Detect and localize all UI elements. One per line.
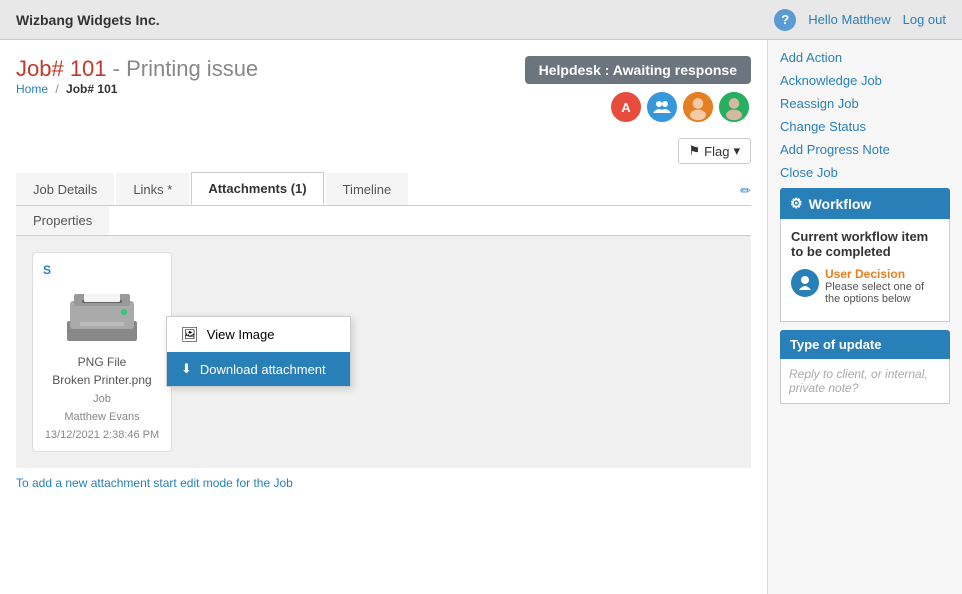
view-image-item[interactable]: 🖼 View Image — [167, 317, 350, 352]
printer-image — [57, 281, 147, 351]
flag-dropdown-icon: ▾ — [733, 143, 740, 159]
navbar: Wizbang Widgets Inc. ? Hello Matthew Log… — [0, 0, 962, 40]
tabs-row-2: Properties — [16, 206, 751, 236]
close-job-link[interactable]: Close Job — [780, 165, 950, 180]
avatars-row: A — [609, 90, 751, 124]
attachment-filetype: PNG File — [43, 355, 161, 369]
user-decision-row: User Decision Please select one of the o… — [791, 267, 939, 305]
tab-timeline[interactable]: Timeline — [326, 173, 409, 205]
group-icon — [652, 97, 672, 117]
flag-icon: ⚑ — [689, 143, 701, 159]
avatar-l-icon — [683, 90, 713, 124]
tab-job-details[interactable]: Job Details — [16, 173, 114, 205]
tab-properties[interactable]: Properties — [16, 206, 109, 235]
attachment-card: S — [32, 252, 172, 452]
add-progress-note-link[interactable]: Add Progress Note — [780, 142, 950, 157]
type-update-body: Reply to client, or internal, private no… — [780, 359, 950, 404]
header-right: Helpdesk : Awaiting response A — [525, 56, 751, 164]
job-title-area: Job# 101 - Printing issue Home / Job# 10… — [16, 56, 258, 106]
user-decision-label: User Decision — [825, 267, 939, 281]
avatar-u-icon — [719, 90, 749, 124]
workflow-body: Current workflow item to be completed Us… — [780, 219, 950, 322]
download-attachment-item[interactable]: ⬇ Download attachment — [167, 352, 350, 386]
workflow-title: Workflow — [809, 196, 872, 212]
job-title: Job# 101 - Printing issue — [16, 56, 258, 82]
job-number: Job# 101 — [16, 56, 107, 81]
job-title-text: - Printing issue — [113, 56, 259, 81]
image-icon: 🖼 — [181, 326, 199, 343]
flag-label: Flag — [704, 144, 729, 159]
tab-links[interactable]: Links * — [116, 173, 189, 205]
flag-button[interactable]: ⚑ Flag ▾ — [678, 138, 751, 164]
attachment-meta-date: 13/12/2021 2:38:46 PM — [43, 429, 161, 441]
context-menu: 🖼 View Image ⬇ Download attachment — [166, 316, 351, 387]
avatar-group[interactable] — [645, 90, 679, 124]
breadcrumb-home[interactable]: Home — [16, 82, 48, 96]
attachment-meta-user: Matthew Evans — [43, 411, 161, 423]
hello-user-link[interactable]: Hello Matthew — [808, 12, 890, 27]
reassign-job-link[interactable]: Reassign Job — [780, 96, 950, 111]
workflow-body-title: Current workflow item to be completed — [791, 229, 939, 259]
status-badge: Helpdesk : Awaiting response — [525, 56, 751, 84]
brand-name: Wizbang Widgets Inc. — [16, 12, 774, 28]
change-status-link[interactable]: Change Status — [780, 119, 950, 134]
avatar-a[interactable]: A — [609, 90, 643, 124]
logout-link[interactable]: Log out — [903, 12, 946, 27]
job-header: Job# 101 - Printing issue Home / Job# 10… — [16, 56, 751, 164]
workflow-header: ⚙ Workflow — [780, 188, 950, 219]
avatar-l[interactable] — [681, 90, 715, 124]
user-icon — [797, 275, 813, 291]
type-update-placeholder: Reply to client, or internal, private no… — [789, 367, 941, 395]
user-decision-icon — [791, 269, 819, 297]
breadcrumb-current: Job# 101 — [66, 82, 117, 96]
tab-content: S — [16, 236, 751, 468]
content-wrapper: Job# 101 - Printing issue Home / Job# 10… — [0, 40, 962, 594]
breadcrumb: Home / Job# 101 — [16, 82, 258, 96]
tab-attachments[interactable]: Attachments (1) — [191, 172, 323, 205]
download-label: Download attachment — [200, 362, 326, 377]
attachment-s-icon: S — [43, 263, 161, 277]
edit-icon[interactable]: ✏ — [740, 183, 751, 199]
right-sidebar: Add Action Acknowledge Job Reassign Job … — [767, 40, 962, 594]
user-decision-desc: Please select one of the options below — [825, 281, 939, 305]
breadcrumb-separator: / — [55, 82, 58, 96]
add-action-link[interactable]: Add Action — [780, 50, 950, 65]
user-decision-text: User Decision Please select one of the o… — [825, 267, 939, 305]
view-image-label: View Image — [207, 327, 275, 342]
avatar-u[interactable] — [717, 90, 751, 124]
workflow-icon: ⚙ — [790, 195, 803, 212]
attachment-meta-label: Job — [43, 393, 161, 405]
attachment-filename: Broken Printer.png — [43, 373, 161, 387]
acknowledge-job-link[interactable]: Acknowledge Job — [780, 73, 950, 88]
main-area: Job# 101 - Printing issue Home / Job# 10… — [0, 40, 767, 594]
add-attachment-link[interactable]: To add a new attachment start edit mode … — [16, 468, 751, 498]
help-icon[interactable]: ? — [774, 9, 796, 31]
download-icon: ⬇ — [181, 361, 192, 377]
type-update-header: Type of update — [780, 330, 950, 359]
printer-svg — [62, 286, 142, 346]
tabs-row-1: Job Details Links * Attachments (1) Time… — [16, 172, 751, 206]
